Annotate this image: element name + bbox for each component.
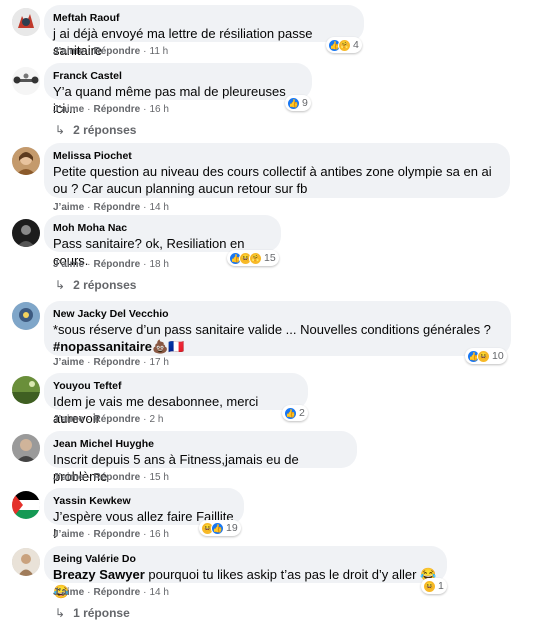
reaction-summary[interactable]: 😆 👍 19 bbox=[199, 520, 241, 536]
comment-author[interactable]: Moh Moha Nac bbox=[53, 221, 271, 235]
france-flag-icon: 🇫🇷 bbox=[168, 339, 185, 354]
avatar[interactable] bbox=[12, 302, 40, 330]
avatar[interactable] bbox=[12, 67, 40, 95]
reaction-summary[interactable]: 👍 2 bbox=[282, 405, 308, 421]
comment-bubble: Moh Moha Nac Pass sanitaire? ok, Resilia… bbox=[44, 215, 281, 268]
timestamp[interactable]: 15 h bbox=[150, 472, 169, 483]
reply-button[interactable]: Répondre bbox=[93, 259, 140, 270]
comment-bubble: Franck Castel Y’a quand même pas mal de … bbox=[44, 63, 312, 116]
comment-author[interactable]: Being Valérie Do bbox=[53, 552, 437, 566]
comment-actions: J’aime · Répondre · 15 h bbox=[53, 472, 169, 483]
comment-bubble: Meftah Raouf j ai déjà envoyé ma lettre … bbox=[44, 5, 364, 58]
timestamp[interactable]: 16 h bbox=[150, 529, 169, 540]
comment-bubble: Jean Michel Huyghe Inscrit depuis 5 ans … bbox=[44, 431, 357, 484]
comment-text: *sous réserve d’un pass sanitaire valide… bbox=[53, 322, 491, 337]
comment-author[interactable]: Melissa Piochet bbox=[53, 149, 500, 163]
like-reaction-icon: 👍 bbox=[211, 521, 224, 535]
comment-actions: J’aime · Répondre · 16 h bbox=[53, 104, 169, 115]
reply-button[interactable]: Répondre bbox=[93, 529, 140, 540]
comment-actions: J’aime · Répondre · 14 h bbox=[53, 202, 169, 213]
comment-actions: J’aime · Répondre · 18 h bbox=[53, 259, 169, 270]
reaction-summary[interactable]: 👍 😆 🤗 15 bbox=[227, 250, 279, 266]
reply-button[interactable]: Répondre bbox=[93, 587, 140, 598]
avatar[interactable] bbox=[12, 434, 40, 462]
reaction-summary[interactable]: 😆 1 bbox=[421, 578, 447, 594]
comment-author[interactable]: Yassin Kewkew bbox=[53, 494, 234, 508]
comment-author[interactable]: Jean Michel Huyghe bbox=[53, 437, 347, 451]
comment-bubble: New Jacky Del Vecchio *sous réserve d’un… bbox=[44, 301, 511, 356]
like-button[interactable]: J’aime bbox=[53, 202, 84, 213]
reaction-summary[interactable]: 👍 🤗 4 bbox=[326, 37, 362, 53]
replies-count: 2 réponses bbox=[73, 123, 137, 137]
like-button[interactable]: J’aime bbox=[53, 46, 84, 57]
avatar[interactable] bbox=[12, 219, 40, 247]
timestamp[interactable]: 14 h bbox=[150, 587, 169, 598]
timestamp[interactable]: 11 h bbox=[150, 46, 169, 57]
reaction-count: 19 bbox=[226, 522, 238, 534]
avatar[interactable] bbox=[12, 147, 40, 175]
timestamp[interactable]: 18 h bbox=[150, 259, 169, 270]
like-reaction-icon: 👍 bbox=[287, 96, 300, 110]
reply-button[interactable]: Répondre bbox=[93, 202, 140, 213]
comment-author[interactable]: Franck Castel bbox=[53, 69, 302, 83]
comment-text: Petite question au niveau des cours coll… bbox=[53, 164, 492, 196]
avatar[interactable] bbox=[12, 548, 40, 576]
comment-bubble: Melissa Piochet Petite question au nivea… bbox=[44, 143, 510, 198]
timestamp[interactable]: 16 h bbox=[150, 104, 169, 115]
view-replies-link[interactable]: ↳ 2 réponses bbox=[55, 123, 136, 137]
timestamp[interactable]: 14 h bbox=[150, 202, 169, 213]
comment-actions: J’aime · Répondre · 16 h bbox=[53, 529, 169, 540]
reply-button[interactable]: Répondre bbox=[93, 46, 140, 57]
comment-actions: J’aime · Répondre · 11 h bbox=[53, 46, 169, 57]
care-reaction-icon: 🤗 bbox=[338, 38, 351, 52]
like-button[interactable]: J’aime bbox=[53, 357, 84, 368]
reply-button[interactable]: Répondre bbox=[93, 104, 140, 115]
reaction-count: 2 bbox=[299, 407, 305, 419]
timestamp[interactable]: 2 h bbox=[150, 414, 164, 425]
reply-button[interactable]: Répondre bbox=[93, 357, 140, 368]
replies-count: 1 réponse bbox=[73, 606, 130, 620]
like-button[interactable]: J’aime bbox=[53, 529, 84, 540]
comment-actions: J’aime · Répondre · 2 h bbox=[53, 414, 164, 425]
poop-emoji-icon: 💩 bbox=[152, 339, 169, 354]
reaction-count: 4 bbox=[353, 39, 359, 51]
comment-author[interactable]: New Jacky Del Vecchio bbox=[53, 307, 501, 321]
like-button[interactable]: J’aime bbox=[53, 414, 84, 425]
comment-bubble: Youyou Teftef Idem je vais me desabonnee… bbox=[44, 373, 308, 426]
reaction-count: 9 bbox=[302, 97, 308, 109]
avatar[interactable] bbox=[12, 491, 40, 519]
reply-arrow-icon: ↳ bbox=[55, 278, 66, 292]
timestamp[interactable]: 17 h bbox=[150, 357, 169, 368]
hashtag-link[interactable]: #nopassanitaire bbox=[53, 339, 152, 354]
care-reaction-icon: 🤗 bbox=[249, 251, 262, 265]
like-button[interactable]: J’aime bbox=[53, 259, 84, 270]
mention-link[interactable]: Breazy Sawyer bbox=[53, 567, 145, 582]
reaction-summary[interactable]: 👍 😆 10 bbox=[465, 348, 507, 364]
like-reaction-icon: 👍 bbox=[284, 406, 297, 420]
replies-count: 2 réponses bbox=[73, 278, 137, 292]
comment-text: pourquoi tu likes askip t’as pas le droi… bbox=[148, 567, 417, 582]
reaction-count: 15 bbox=[264, 252, 276, 264]
comment-actions: J’aime · Répondre · 14 h bbox=[53, 587, 169, 598]
reply-button[interactable]: Répondre bbox=[93, 414, 140, 425]
comment-author[interactable]: Youyou Teftef bbox=[53, 379, 298, 393]
like-button[interactable]: J’aime bbox=[53, 587, 84, 598]
reply-arrow-icon: ↳ bbox=[55, 123, 66, 137]
avatar[interactable] bbox=[12, 376, 40, 404]
like-button[interactable]: J’aime bbox=[53, 104, 84, 115]
reaction-summary[interactable]: 👍 9 bbox=[285, 95, 311, 111]
reaction-count: 1 bbox=[438, 580, 444, 592]
like-button[interactable]: J’aime bbox=[53, 472, 84, 483]
comment-author[interactable]: Meftah Raouf bbox=[53, 11, 354, 25]
avatar[interactable] bbox=[12, 8, 40, 36]
view-replies-link[interactable]: ↳ 2 réponses bbox=[55, 278, 136, 292]
comment-actions: J’aime · Répondre · 17 h bbox=[53, 357, 169, 368]
haha-reaction-icon: 😆 bbox=[477, 349, 490, 363]
reply-arrow-icon: ↳ bbox=[55, 606, 66, 620]
reply-button[interactable]: Répondre bbox=[93, 472, 140, 483]
reaction-count: 10 bbox=[492, 350, 504, 362]
view-replies-link[interactable]: ↳ 1 réponse bbox=[55, 606, 130, 620]
haha-reaction-icon: 😆 bbox=[423, 579, 436, 593]
comment-bubble: Being Valérie Do Breazy Sawyer pourquoi … bbox=[44, 546, 447, 599]
